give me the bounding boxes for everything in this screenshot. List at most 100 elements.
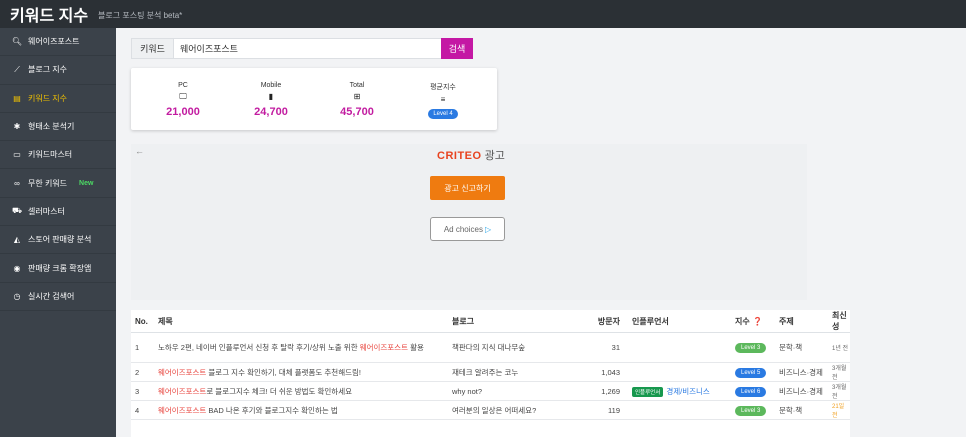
stat-pc: PC 🖵 21,000 — [153, 82, 213, 118]
sidebar-item-3[interactable]: ✱ 형태소 분석기 — [0, 113, 116, 142]
cell-topic: 비즈니스·경제 — [775, 362, 828, 382]
search-input[interactable] — [174, 39, 472, 58]
column-header[interactable]: 제목 — [154, 310, 448, 333]
stat-total-value: 45,700 — [340, 106, 374, 118]
cell-blog[interactable]: 여러분의 일상은 어떠세요? — [448, 400, 573, 420]
sidebar-item-5[interactable]: ∞ 무한 키워드 New — [0, 169, 116, 198]
ad-brand: CRITEO 광고 — [437, 147, 505, 163]
table-icon: ⊞ — [353, 92, 361, 101]
table-row[interactable]: 1 노하우 2편, 네이버 인플루언서 신청 후 탈락 후기/상위 노출 위한 웨… — [131, 332, 850, 363]
cell-no: 3 — [131, 381, 154, 401]
level-badge: Level 3 — [735, 343, 767, 353]
cell-title[interactable]: 웨어이즈포스트로 블로그지수 체크! 더 쉬운 방법도 확인하세요 — [154, 381, 448, 401]
stat-avg-level-badge: Level 4 — [428, 109, 458, 119]
table-header-row: No. 제목 블로그 방문자 인플루언서 지수 ❓ 주제 최신성 — [131, 310, 850, 333]
title-text: 노하우 2편, 네이버 인플루언서 신청 후 탈락 후기/상위 노출 위한 — [158, 343, 360, 352]
chrome-icon: ◉ — [13, 263, 21, 273]
column-header[interactable]: 지수 ❓ — [731, 310, 775, 333]
stat-avg: 평균지수 ≡ Level 4 — [413, 82, 473, 119]
sidebar-item-8[interactable]: ◉ 판매량 크롬 확장앱 — [0, 254, 116, 283]
sidebar-item-label: 키워드마스터 — [28, 150, 73, 160]
sidebar-item-1[interactable]: ⟋ 블로그 지수 — [0, 56, 116, 85]
cell-blog[interactable]: 책판다의 지식 대나무숲 — [448, 332, 573, 363]
column-header[interactable]: 주제 — [775, 310, 828, 333]
cell-visitors: 31 — [573, 332, 628, 363]
stat-mobile-label: Mobile — [260, 82, 282, 89]
cell-blog[interactable]: 재테크 알려주는 코누 — [448, 362, 573, 382]
column-header[interactable]: 인플루언서 — [628, 310, 731, 333]
visitor-count: 119 — [608, 405, 620, 415]
sidebar-item-7[interactable]: ◭ 스토어 판매량 분석 — [0, 226, 116, 255]
cell-title[interactable]: 웨어이즈포스트 BAD 나온 후기와 블로그지수 확인하는 법 — [154, 400, 448, 420]
blog-name: 책판다의 지식 대나무숲 — [452, 343, 526, 352]
stat-mobile: Mobile ▮ 24,700 — [241, 82, 301, 118]
clock-icon: ◷ — [13, 291, 21, 301]
ad-report-button[interactable]: 광고 신고하기 — [430, 176, 505, 200]
column-header[interactable]: 최신성 — [828, 310, 850, 333]
visitor-count: 31 — [611, 343, 620, 352]
sidebar-item-6[interactable]: ⛟ 셀러마스터 — [0, 198, 116, 227]
search-label: 키워드 — [132, 39, 174, 58]
column-header[interactable]: No. — [131, 310, 154, 333]
database-icon: ≡ — [440, 95, 446, 104]
cell-no: 1 — [131, 332, 154, 363]
cell-influencer — [628, 400, 731, 420]
monitor-icon: 🖵 — [179, 92, 187, 101]
sidebar-item-9[interactable]: ◷ 실시간 검색어 — [0, 283, 116, 311]
cell-blog[interactable]: why not? — [448, 381, 573, 401]
cell-title[interactable]: 웨어이즈포스트 블로그 지수 확인하기, 대체 플랫폼도 추천해드림! — [154, 362, 448, 382]
title-keyword: 웨어이즈포스트 — [158, 367, 207, 377]
cell-influencer: 인플루언서 경제/비즈니스 — [628, 381, 731, 401]
post-title-link[interactable]: 노하우 2편, 네이버 인플루언서 신청 후 탈락 후기/상위 노출 위한 웨어… — [158, 343, 424, 352]
sidebar-item-label: 셀러마스터 — [28, 206, 65, 216]
search-button[interactable]: 검색 — [441, 38, 473, 59]
play-triangle-icon: ▷ — [484, 224, 492, 234]
row-number: 4 — [135, 405, 140, 415]
stat-pc-label: PC — [178, 82, 188, 89]
results-table: No. 제목 블로그 방문자 인플루언서 지수 ❓ 주제 최신성 1 노하우 2편, 네이버 인플… — [131, 310, 850, 437]
column-header[interactable]: 방문자 — [573, 310, 628, 333]
influencer-badge: 인플루언서 — [632, 386, 664, 397]
topic-text: 비즈니스·경제 — [779, 367, 823, 377]
keyboard-icon: ▭ — [13, 150, 21, 160]
cell-title[interactable]: 노하우 2편, 네이버 인플루언서 신청 후 탈락 후기/상위 노출 위한 웨어… — [154, 332, 448, 363]
mobile-icon: ▮ — [268, 92, 274, 101]
sidebar-item-0[interactable]: 🔍︎ 웨어이즈포스트 — [0, 28, 116, 57]
table-row[interactable]: 4 웨어이즈포스트 BAD 나온 후기와 블로그지수 확인하는 법 여러분의 일상은… — [131, 400, 850, 420]
search-bar: 키워드 — [131, 38, 473, 59]
cell-topic: 문학·책 — [775, 400, 828, 420]
cell-recent: 1년 전 — [828, 332, 850, 363]
post-title-link[interactable]: 웨어이즈포스트로 블로그지수 체크! 더 쉬운 방법도 확인하세요 — [158, 387, 352, 396]
post-title-link[interactable]: 웨어이즈포스트 블로그 지수 확인하기, 대체 플랫폼도 추천해드림! — [158, 368, 361, 377]
cell-topic: 비즈니스·경제 — [775, 381, 828, 401]
ad-choices-button[interactable]: Ad choices ▷ — [430, 217, 505, 241]
title-keyword: 웨어이즈포스트 — [158, 386, 207, 396]
cell-visitors: 119 — [573, 400, 628, 420]
cell-level: Level 3 — [731, 400, 775, 420]
recent-text: 21일 전 — [832, 404, 845, 419]
stat-avg-label: 평균지수 — [430, 84, 456, 91]
title-text: BAD 나온 후기와 블로그지수 확인하는 법 — [206, 405, 338, 415]
cell-topic: 문학·책 — [775, 332, 828, 363]
cart-icon: ⛟ — [11, 206, 23, 216]
cell-influencer — [628, 362, 731, 382]
table-row[interactable]: 3 웨어이즈포스트로 블로그지수 체크! 더 쉬운 방법도 확인하세요 why no… — [131, 381, 850, 401]
back-arrow-icon[interactable]: ← — [135, 146, 144, 156]
title-text: 블로그 지수 확인하기, 대체 플랫폼도 추천해드림! — [206, 367, 361, 377]
post-title-link[interactable]: 웨어이즈포스트 BAD 나온 후기와 블로그지수 확인하는 법 — [158, 406, 338, 415]
help-icon[interactable]: ❓ — [753, 317, 763, 326]
cell-recent: 21일 전 — [828, 400, 850, 420]
influencer-category: 경제/비즈니스 — [666, 386, 710, 396]
chart-bar-icon: ▤ — [13, 93, 21, 103]
recent-text: 3개월 전 — [832, 366, 847, 381]
title-text: 로 블로그지수 체크! 더 쉬운 방법도 확인하세요 — [206, 386, 352, 396]
stats-card: PC 🖵 21,000 Mobile ▮ 24,700 Total ⊞ 45,7… — [131, 68, 497, 130]
criteo-logo: CRITEO — [437, 150, 482, 162]
column-header[interactable]: 블로그 — [448, 310, 573, 333]
sidebar-item-2[interactable]: ▤ 키워드 지수 — [0, 85, 116, 113]
topic-text: 비즈니스·경제 — [779, 386, 823, 396]
area-chart-icon: ◭ — [13, 235, 21, 245]
table-row[interactable]: 2 웨어이즈포스트 블로그 지수 확인하기, 대체 플랫폼도 추천해드림! 재테크 … — [131, 362, 850, 382]
search-icon: 🔍︎ — [11, 37, 23, 47]
sidebar-item-4[interactable]: ▭ 키워드마스터 — [0, 141, 116, 170]
